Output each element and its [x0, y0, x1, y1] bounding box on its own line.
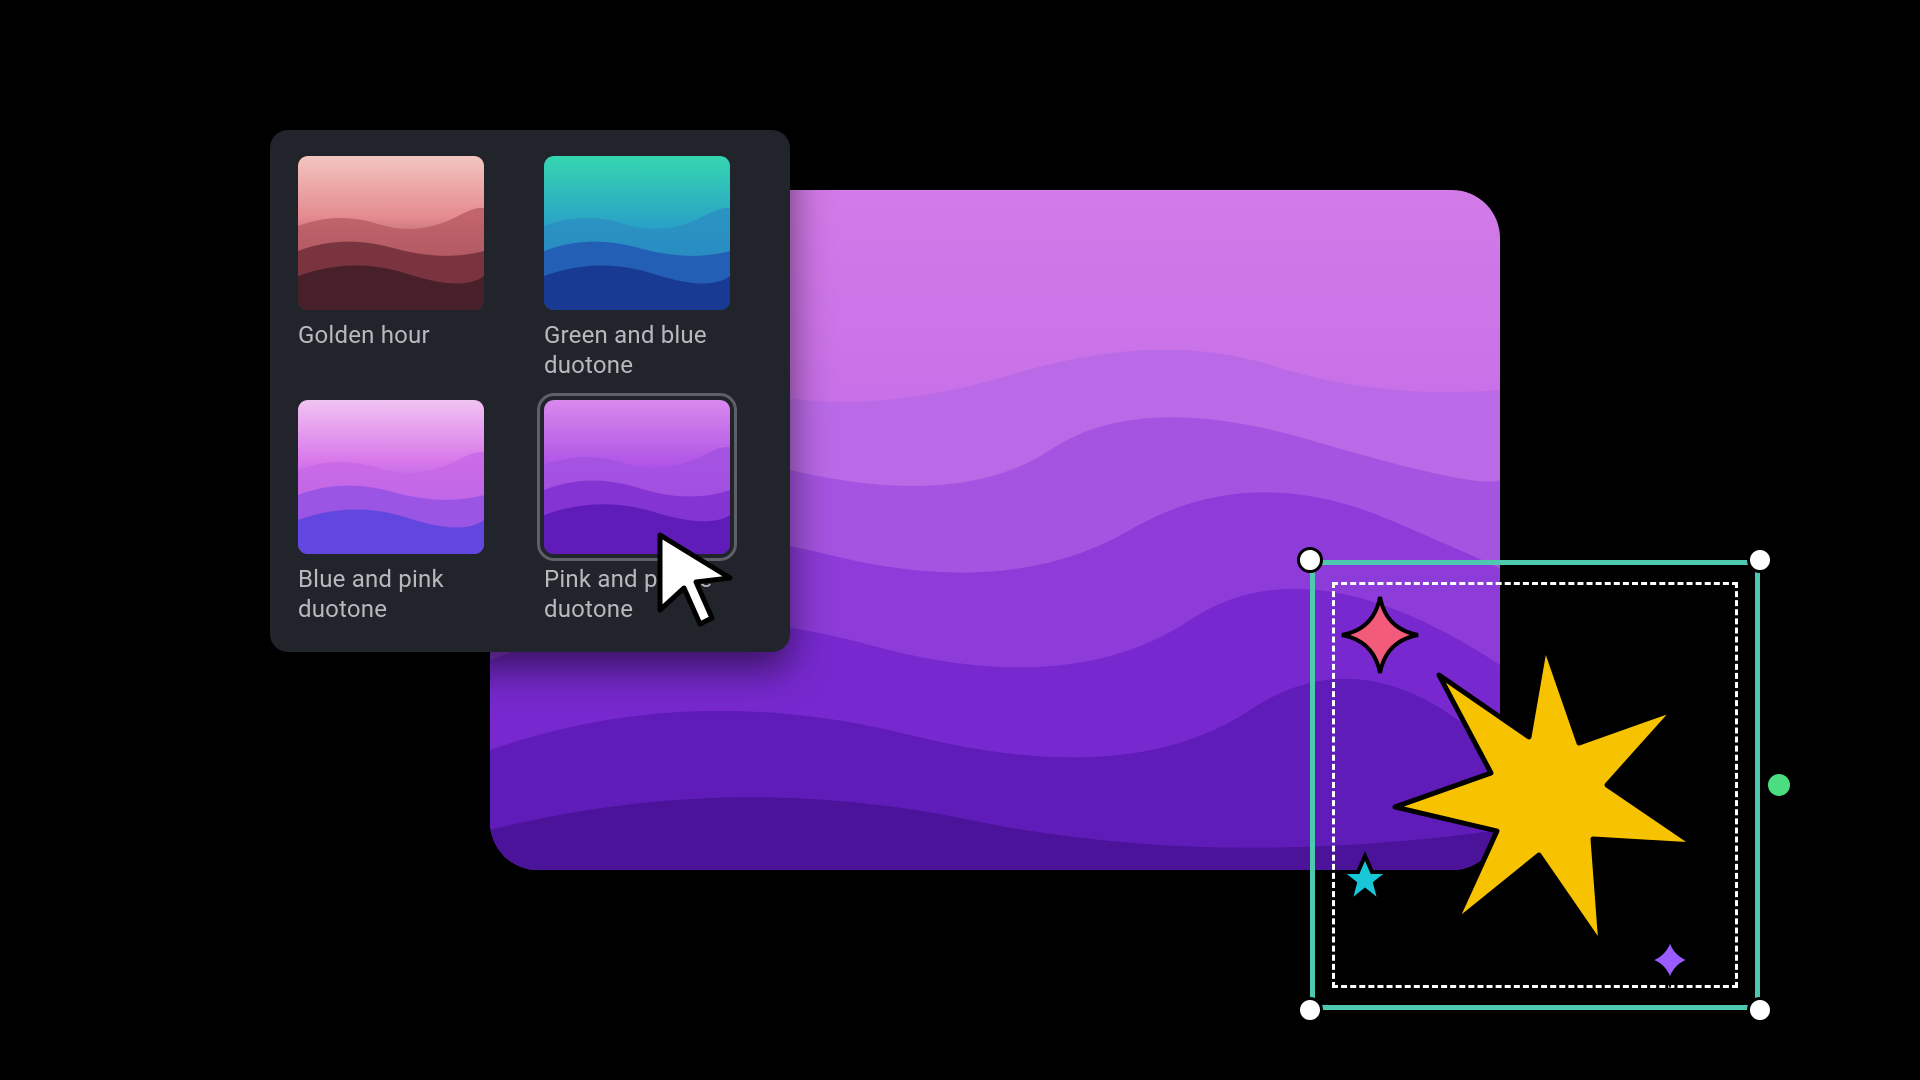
- resize-handle-bottom-right[interactable]: [1747, 997, 1773, 1023]
- filter-tile-golden-hour[interactable]: Golden hour: [298, 156, 516, 380]
- filter-label: Golden hour: [298, 320, 516, 350]
- thumb-green-blue: [544, 156, 730, 310]
- filter-label: Pink and purple duotone: [544, 564, 762, 624]
- rotate-handle[interactable]: [1768, 774, 1790, 796]
- filter-tile-pink-purple[interactable]: Pink and purple duotone: [544, 400, 762, 624]
- filter-label: Blue and pink duotone: [298, 564, 516, 624]
- filter-label: Green and blue duotone: [544, 320, 762, 380]
- thumb-golden-hour: [298, 156, 484, 310]
- resize-handle-top-right[interactable]: [1747, 547, 1773, 573]
- resize-handle-bottom-left[interactable]: [1297, 997, 1323, 1023]
- thumb-pink-purple: [544, 400, 730, 554]
- editor-stage: Golden hour: [0, 0, 1920, 1080]
- filter-tile-green-blue[interactable]: Green and blue duotone: [544, 156, 762, 380]
- resize-handle-top-left[interactable]: [1297, 547, 1323, 573]
- filter-panel: Golden hour: [270, 130, 790, 652]
- selected-object-star-group[interactable]: [1310, 560, 1760, 1010]
- thumb-blue-pink: [298, 400, 484, 554]
- filter-tile-blue-pink[interactable]: Blue and pink duotone: [298, 400, 516, 624]
- selection-frame: [1310, 560, 1760, 1010]
